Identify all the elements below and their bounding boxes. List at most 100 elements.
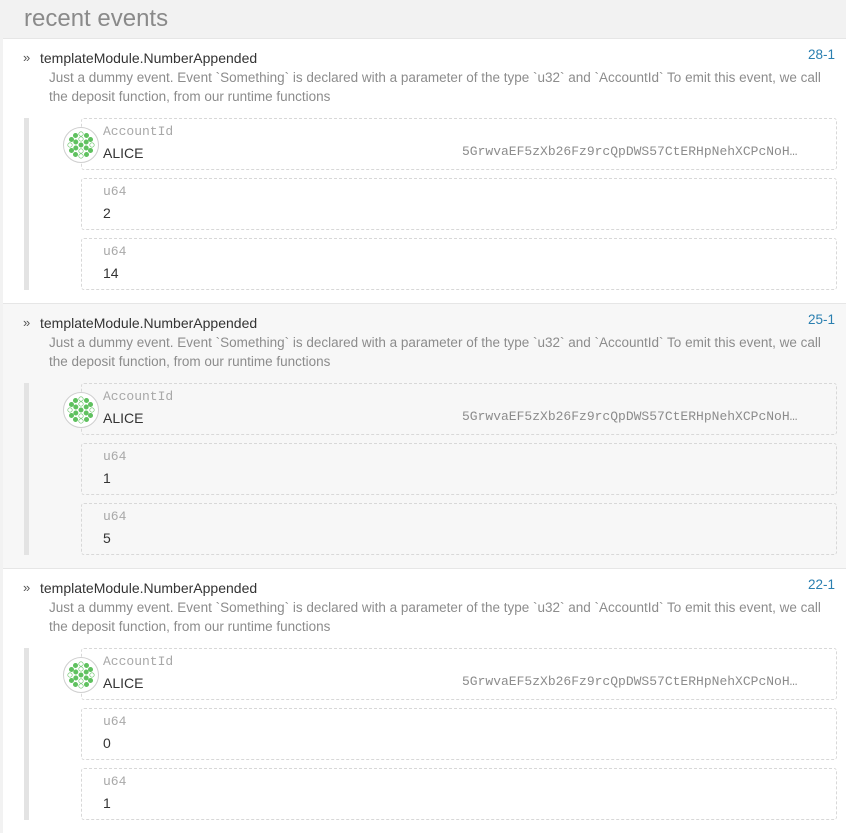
account-field: AccountId ALICE 5GrwvaEF5zXb26Fz9rcQpDWS…	[63, 383, 837, 435]
identicon-dot	[78, 142, 84, 148]
identicon-dot	[78, 678, 84, 684]
identicon-dot	[73, 152, 79, 158]
event-id-link[interactable]: 22-1	[808, 577, 835, 592]
identicon-dot	[67, 142, 73, 148]
identicon-dot	[88, 412, 94, 418]
identicon-dot	[78, 148, 84, 154]
polkadot-identicon-icon	[63, 657, 99, 693]
events-list: » templateModule.NumberAppended 28-1 Jus…	[3, 38, 846, 833]
identicon-dot	[73, 397, 79, 403]
identicon-dot	[78, 413, 84, 419]
identicon-dot	[73, 404, 79, 410]
param-value: 0	[103, 735, 111, 751]
event-item: » templateModule.NumberAppended 22-1 Jus…	[3, 568, 846, 833]
param-field: u64 1	[81, 768, 837, 820]
event-title: templateModule.NumberAppended	[40, 315, 258, 331]
identicon-dot	[88, 667, 94, 673]
event-params: AccountId ALICE 5GrwvaEF5zXb26Fz9rcQpDWS…	[24, 118, 846, 290]
identicon-dot	[73, 139, 79, 145]
identicon-dot	[78, 407, 84, 413]
identicon-dot	[73, 675, 79, 681]
identicon-dot	[68, 147, 74, 153]
field-type-label: u64	[103, 244, 127, 259]
identicon-dot	[68, 137, 74, 143]
field-type-label: AccountId	[103, 389, 174, 404]
event-description: Just a dummy event. Event `Something` is…	[49, 600, 821, 634]
event-item: » templateModule.NumberAppended 28-1 Jus…	[3, 38, 846, 303]
identicon-dot	[88, 137, 94, 143]
param-value: 14	[103, 265, 119, 281]
event-item: » templateModule.NumberAppended 25-1 Jus…	[3, 303, 846, 568]
identicon-dot	[67, 672, 73, 678]
field-type-label: u64	[103, 774, 127, 789]
identicon-dot	[68, 412, 74, 418]
identicon-dot	[89, 672, 95, 678]
identicon-dot	[78, 683, 84, 689]
event-title: templateModule.NumberAppended	[40, 50, 258, 66]
field-type-label: AccountId	[103, 124, 174, 139]
identicon-dot	[83, 145, 89, 151]
param-field: u64 5	[81, 503, 837, 555]
param-field: u64 1	[81, 443, 837, 495]
identicon-dot	[83, 675, 89, 681]
param-value: 2	[103, 205, 111, 221]
identicon-dot	[73, 682, 79, 688]
account-field: AccountId ALICE 5GrwvaEF5zXb26Fz9rcQpDWS…	[63, 648, 837, 700]
identicon-dot	[78, 672, 84, 678]
identicon-dot	[73, 145, 79, 151]
event-params: AccountId ALICE 5GrwvaEF5zXb26Fz9rcQpDWS…	[24, 383, 846, 555]
identicon-dot	[83, 397, 89, 403]
param-value: 1	[103, 795, 111, 811]
identicon-dot	[89, 142, 95, 148]
account-address: 5GrwvaEF5zXb26Fz9rcQpDWS57CtERHpNehXCPcN…	[462, 144, 802, 159]
event-id-link[interactable]: 28-1	[808, 47, 835, 62]
identicon-dot	[83, 152, 89, 158]
identicon-dot	[73, 669, 79, 675]
account-name: ALICE	[103, 145, 144, 161]
identicon-dot	[83, 669, 89, 675]
identicon-dot	[78, 136, 84, 142]
identicon-dot	[83, 404, 89, 410]
identicon-dot	[78, 418, 84, 424]
account-name: ALICE	[103, 410, 144, 426]
identicon-dot	[83, 417, 89, 423]
field-type-label: u64	[103, 449, 127, 464]
page-title-text: recent events	[24, 5, 169, 32]
identicon-dot	[67, 407, 73, 413]
param-field: u64 0	[81, 708, 837, 760]
double-chevron-down-icon[interactable]: »	[23, 50, 30, 65]
identicon-dot	[89, 407, 95, 413]
identicon-dot	[73, 662, 79, 668]
param-value: 1	[103, 470, 111, 486]
double-chevron-down-icon[interactable]: »	[23, 580, 30, 595]
polkadot-identicon-icon	[63, 127, 99, 163]
identicon-dot	[78, 396, 84, 402]
page-title: recent events	[0, 0, 846, 38]
identicon-dot	[73, 417, 79, 423]
identicon-dot	[88, 402, 94, 408]
identicon-dot	[83, 662, 89, 668]
identicon-dot	[78, 153, 84, 159]
event-description: Just a dummy event. Event `Something` is…	[49, 335, 821, 369]
identicon-dot	[68, 402, 74, 408]
identicon-dot	[78, 131, 84, 137]
account-name: ALICE	[103, 675, 144, 691]
event-header[interactable]: » templateModule.NumberAppended 28-1	[3, 47, 846, 67]
event-id-link[interactable]: 25-1	[808, 312, 835, 327]
event-header[interactable]: » templateModule.NumberAppended 22-1	[3, 577, 846, 597]
event-params: AccountId ALICE 5GrwvaEF5zXb26Fz9rcQpDWS…	[24, 648, 846, 820]
event-title: templateModule.NumberAppended	[40, 580, 258, 596]
account-field: AccountId ALICE 5GrwvaEF5zXb26Fz9rcQpDWS…	[63, 118, 837, 170]
identicon-dot	[83, 139, 89, 145]
event-header[interactable]: » templateModule.NumberAppended 25-1	[3, 312, 846, 332]
param-field: u64 14	[81, 238, 837, 290]
double-chevron-down-icon[interactable]: »	[23, 315, 30, 330]
identicon-dot	[68, 677, 74, 683]
identicon-dot	[88, 677, 94, 683]
identicon-dot	[78, 661, 84, 667]
identicon-dot	[83, 132, 89, 138]
field-type-label: u64	[103, 509, 127, 524]
polkadot-identicon-icon	[63, 392, 99, 428]
field-type-label: u64	[103, 184, 127, 199]
account-address: 5GrwvaEF5zXb26Fz9rcQpDWS57CtERHpNehXCPcN…	[462, 674, 802, 689]
